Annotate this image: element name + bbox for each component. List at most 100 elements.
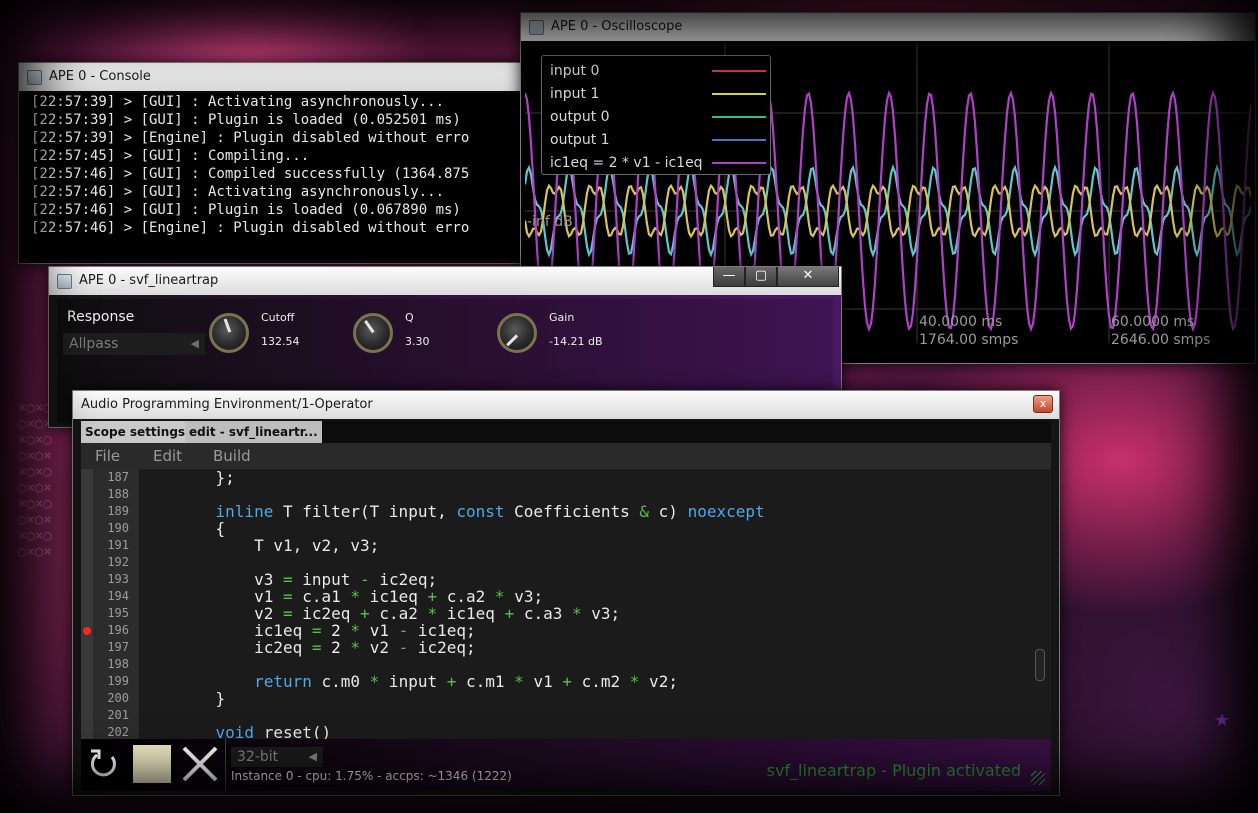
console-line: [22:57:46] > [Engine] : Plugin disabled … [31,220,470,236]
close-icon [182,746,218,782]
code-text: { [177,519,226,538]
code-line[interactable]: 201 [81,707,1041,724]
tab-scope-settings[interactable]: Scope settings [81,421,190,443]
instance-info: Instance 0 - cpu: 1.75% - accps: ~1346 (… [231,769,512,783]
code-text: }; [177,469,235,487]
line-number: 191 [107,538,129,552]
console-title: APE 0 - Console [49,69,151,84]
legend-swatch [712,93,766,95]
window-controls: — ▢ ✕ [713,267,839,287]
time-label-ms: 40.0000 ms [919,314,1003,330]
code-line[interactable]: 189 inline T filter(T input, const Coeff… [81,503,1041,520]
code-line[interactable]: 190 { [81,520,1041,537]
minimize-button[interactable]: — [713,267,745,287]
clear-button[interactable] [181,745,219,783]
plugin-title: APE 0 - svf_lineartrap [79,273,219,288]
code-line[interactable]: 198 [81,656,1041,673]
legend-item[interactable]: ic1eq = 2 * v1 - ic1eq [550,152,766,174]
db-axis-label: -inf dB [527,214,573,230]
console-line: [22:57:46] > [GUI] : Plugin is loaded (0… [31,202,461,218]
bitness-value: 32-bit [237,749,279,765]
console-line: [22:57:39] > [GUI] : Activating asynchro… [31,94,445,110]
menu-edit[interactable]: Edit [153,443,182,469]
code-text: inline T filter(T input, const Coefficie… [215,502,765,521]
reload-button[interactable] [85,745,123,783]
legend-label: ic1eq = 2 * v1 - ic1eq [550,155,703,171]
legend-item[interactable]: output 1 [550,129,766,151]
menu-build[interactable]: Build [213,443,251,469]
code-line[interactable]: 192 [81,554,1041,571]
line-number: 190 [107,521,129,535]
knob-indicator [506,334,519,347]
code-line[interactable]: 200 } [81,690,1041,707]
line-number: 189 [107,504,129,518]
knob-indicator [223,318,232,333]
tab-editor[interactable]: edit - svf_lineartr... [185,421,322,443]
legend-item[interactable]: output 0 [550,106,766,128]
line-number: 188 [107,487,129,501]
oscilloscope-title: APE 0 - Oscilloscope [551,19,683,34]
code-line[interactable]: 194 v1 = c.a1 * ic1eq + c.a2 * v3; [81,588,1041,605]
response-label: Response [67,309,135,325]
editor-titlebar[interactable]: Audio Programming Environment/1-Operator… [73,391,1059,419]
restore-button[interactable]: ▢ [745,267,777,287]
code-line[interactable]: 187 }; [81,469,1041,486]
code-line[interactable]: 197 ic2eq = 2 * v2 - ic2eq; [81,639,1041,656]
response-value: Allpass [69,336,119,352]
q-label: Q [405,311,414,324]
console-line: [22:57:39] > [GUI] : Plugin is loaded (0… [31,112,461,128]
cutoff-value: 132.54 [261,335,300,348]
plugin-titlebar[interactable]: APE 0 - svf_lineartrap — ▢ ✕ [49,267,841,295]
code-line[interactable]: 202 void reset() [81,724,1041,739]
code-text: return c.m0 * input + c.m1 * v1 + c.m2 *… [254,672,678,691]
code-line[interactable]: 191 T v1, v2, v3; [81,537,1041,554]
legend-label: output 1 [550,132,610,148]
line-number: 193 [107,572,129,586]
code-line[interactable]: 199 return c.m0 * input + c.m1 * v1 + c.… [81,673,1041,690]
console-window: APE 0 - Console [22:57:39] > [GUI] : Act… [18,62,540,264]
legend-swatch [712,139,766,141]
code-editor[interactable]: 187 }; 188 189 inline T filter(T input, co… [81,469,1051,739]
oscilloscope-legend[interactable]: input 0 input 1 output 0 output 1 ic1eq = 2 … [541,55,771,175]
legend-label: input 0 [550,63,600,79]
response-dropdown[interactable]: Allpass ◀ [63,333,205,355]
gain-knob[interactable] [497,313,537,353]
console-titlebar[interactable]: APE 0 - Console [19,63,539,91]
console-line: [22:57:39] > [Engine] : Plugin disabled … [31,130,470,146]
code-line[interactable]: 188 [81,486,1041,503]
bitness-dropdown[interactable]: 32-bit ◀ [231,747,323,767]
code-text: T v1, v2, v3; [177,536,380,555]
line-number: 200 [107,691,129,705]
legend-item[interactable]: input 1 [550,83,766,105]
time-label-ms: 60.0000 ms [1111,314,1195,330]
line-number: 198 [107,657,129,671]
resize-grip[interactable] [1031,771,1045,785]
app-icon [529,20,544,35]
dropdown-arrow-icon: ◀ [190,337,199,350]
breakpoint-icon[interactable] [83,627,91,635]
star-icon: ★ [1214,710,1231,731]
legend-item[interactable]: input 0 [550,60,766,82]
cutoff-knob[interactable] [209,313,249,353]
toolbar-divider [225,739,226,791]
code-text: void reset() [215,723,332,739]
code-line[interactable]: 195 v2 = ic2eq + c.a2 * ic1eq + c.a3 * v… [81,605,1041,622]
code-line[interactable]: 196 ic1eq = 2 * v1 - ic1eq; [81,622,1041,639]
q-knob[interactable] [353,313,393,353]
time-label-samples: 1764.00 smps [919,332,1019,348]
oscilloscope-titlebar[interactable]: APE 0 - Oscilloscope [521,13,1255,41]
legend-swatch [712,162,766,164]
app-icon [27,70,42,85]
console-line: [22:57:45] > [GUI] : Compiling... [31,148,310,164]
knob-indicator [364,320,375,334]
reload-icon [90,749,116,777]
console-line: [22:57:46] > [GUI] : Activating asynchro… [31,184,445,200]
console-output[interactable]: [22:57:39] > [GUI] : Activating asynchro… [23,93,535,259]
close-button[interactable]: ✕ [777,267,839,287]
close-button[interactable]: x [1033,395,1053,413]
stop-button[interactable] [133,745,171,783]
menu-file[interactable]: File [95,443,120,469]
q-value: 3.30 [405,335,430,348]
console-line: [22:57:46] > [GUI] : Compiled successful… [31,166,470,182]
code-line[interactable]: 193 v3 = input - ic2eq; [81,571,1041,588]
